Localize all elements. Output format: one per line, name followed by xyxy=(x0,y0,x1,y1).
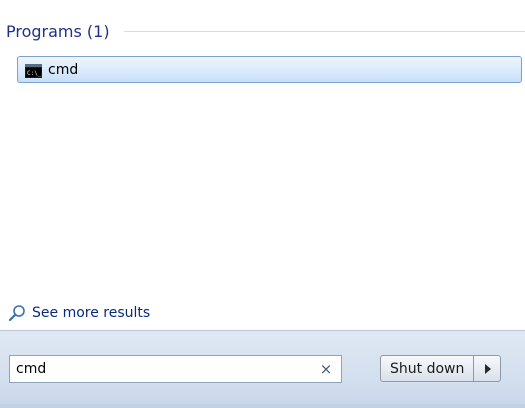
start-menu-bottom-bar: × Shut down xyxy=(0,330,525,408)
command-prompt-icon: C:\_ xyxy=(25,63,42,78)
search-box: × xyxy=(9,355,342,383)
search-results-pane: Programs (1) C:\_ cmd See more results xyxy=(0,0,525,330)
bottom-edge xyxy=(0,404,525,408)
shutdown-control: Shut down xyxy=(380,355,502,382)
svg-text:C:\_: C:\_ xyxy=(27,70,42,77)
see-more-results-link[interactable]: See more results xyxy=(8,302,150,324)
clear-search-icon[interactable]: × xyxy=(314,360,338,378)
search-icon xyxy=(8,304,26,322)
shutdown-options-button[interactable] xyxy=(474,355,502,382)
arrow-right-icon xyxy=(485,363,492,374)
group-divider xyxy=(123,30,525,32)
programs-group-header: Programs (1) xyxy=(6,18,525,44)
search-input[interactable] xyxy=(10,358,314,380)
result-item-cmd[interactable]: C:\_ cmd xyxy=(17,56,522,83)
result-label: cmd xyxy=(48,61,79,78)
shutdown-button[interactable]: Shut down xyxy=(380,355,475,382)
see-more-label: See more results xyxy=(32,305,151,321)
group-title: Programs (1) xyxy=(6,21,110,41)
